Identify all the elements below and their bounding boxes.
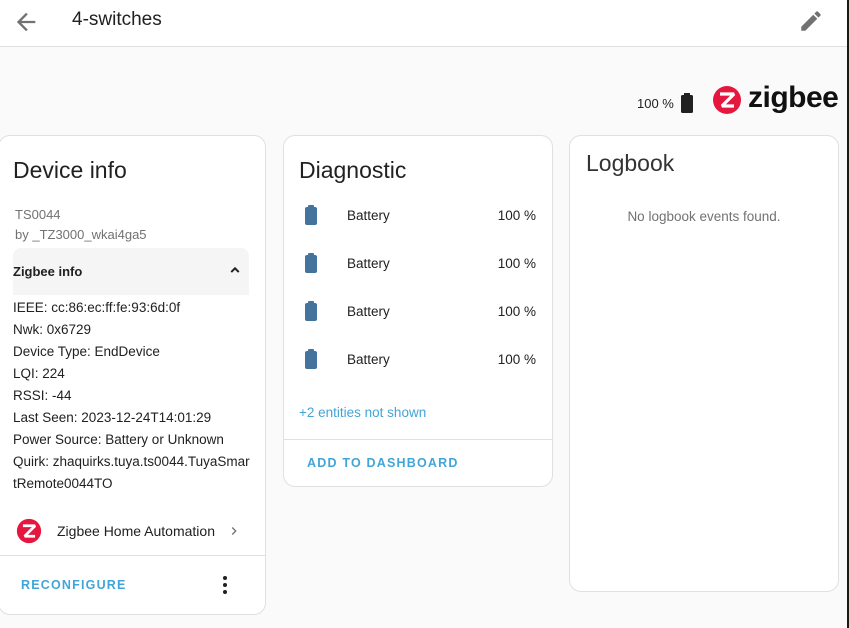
device-model: TS0044 by _TZ3000_wkai4ga5 (15, 205, 147, 245)
logbook-card (569, 135, 839, 592)
more-options-button[interactable] (216, 575, 234, 595)
add-to-dashboard-button[interactable]: ADD TO DASHBOARD (307, 456, 459, 470)
last-seen-line: Last Seen: 2023-12-24T14:01:29 (13, 410, 212, 425)
edit-button[interactable] (798, 8, 826, 36)
entity-name: Battery (347, 208, 390, 223)
battery-level: 100 % (637, 95, 674, 111)
model-name: TS0044 (15, 207, 61, 222)
divider (284, 439, 552, 440)
logbook-title: Logbook (586, 150, 675, 176)
quirk-line: Quirk: zhaquirks.tuya.ts0044.TuyaSmartRe… (13, 454, 250, 491)
entity-value: 100 % (497, 352, 536, 367)
zigbee-info-label: Zigbee info (13, 264, 83, 279)
app-header: 4-switches (0, 0, 847, 47)
device-info-title: Device info (13, 157, 127, 183)
battery-icon (305, 301, 317, 321)
manufacturer: by _TZ3000_wkai4ga5 (15, 227, 147, 242)
integration-link[interactable]: Zigbee Home Automation (0, 512, 264, 550)
battery-icon (680, 93, 693, 113)
lqi-line: LQI: 224 (13, 366, 65, 381)
back-button[interactable] (12, 8, 40, 36)
battery-status: 100 % (637, 93, 694, 113)
nwk-line: Nwk: 0x6729 (13, 322, 92, 337)
zigbee-logo: zigbee (712, 81, 839, 115)
entity-name: Battery (347, 256, 390, 271)
divider (0, 555, 265, 556)
zigbee-wordmark: zigbee (748, 81, 839, 114)
entity-name: Battery (347, 352, 390, 367)
entity-row[interactable]: Battery 100 % (284, 292, 552, 332)
entity-value: 100 % (497, 256, 536, 271)
zigbee-info-details: IEEE: cc:86:ec:ff:fe:93:6d:0f Nwk: 0x672… (13, 297, 253, 495)
arrow-left-icon (16, 12, 36, 32)
pencil-icon (801, 11, 821, 31)
entity-row[interactable]: Battery 100 % (284, 196, 552, 236)
entity-name: Battery (347, 304, 390, 319)
zigbee-logo-icon (713, 86, 741, 114)
ieee-line: IEEE: cc:86:ec:ff:fe:93:6d:0f (13, 300, 181, 315)
integration-name: Zigbee Home Automation (57, 523, 215, 539)
device-type-line: Device Type: EndDevice (13, 344, 160, 359)
dots-vertical-icon (223, 576, 227, 594)
power-source-line: Power Source: Battery or Unknown (13, 432, 224, 447)
zigbee-info-expander[interactable]: Zigbee info (13, 248, 249, 295)
reconfigure-button[interactable]: RECONFIGURE (21, 578, 127, 592)
logbook-empty-message: No logbook events found. (627, 209, 781, 224)
hidden-entities-link[interactable]: +2 entities not shown (299, 405, 426, 420)
entity-row[interactable]: Battery 100 % (284, 244, 552, 284)
zigbee-logo-icon (16, 518, 42, 544)
entity-row[interactable]: Battery 100 % (284, 340, 552, 380)
chevron-up-icon (230, 266, 240, 273)
rssi-line: RSSI: -44 (13, 388, 72, 403)
battery-icon (305, 205, 317, 225)
battery-icon (305, 349, 317, 369)
battery-icon (305, 253, 317, 273)
chevron-right-icon (231, 527, 237, 535)
diagnostic-title: Diagnostic (299, 157, 407, 183)
entity-value: 100 % (497, 304, 536, 319)
entity-value: 100 % (497, 208, 536, 223)
page-title: 4-switches (72, 9, 162, 30)
